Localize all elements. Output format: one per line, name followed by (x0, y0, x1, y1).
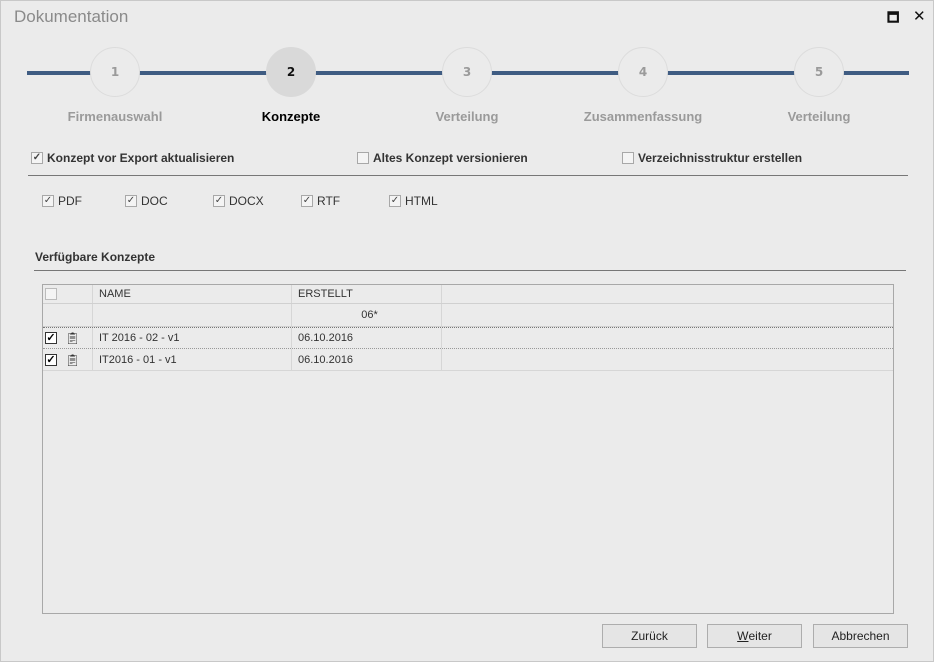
erstellt-cell: 06.10.2016 (292, 349, 442, 370)
filter-erstellt-input[interactable]: 06* (292, 304, 442, 326)
option-directory-structure[interactable]: Verzeichnisstruktur erstellen (622, 151, 802, 165)
checkbox[interactable] (357, 152, 369, 164)
format-label: DOC (141, 194, 168, 208)
checkbox[interactable]: ✓ (42, 195, 54, 207)
format-pdf[interactable]: ✓ PDF (42, 194, 82, 208)
checkbox[interactable]: ✓ (31, 152, 43, 164)
concepts-grid: NAME ERSTELLT 06* ✓ 📋︎ IT 2016 - 02 - v1 … (42, 284, 894, 614)
checkbox[interactable]: ✓ (301, 195, 313, 207)
step-2-label: Konzepte (261, 109, 321, 124)
step-number: 3 (462, 65, 472, 79)
step-4-circle: 4 (618, 47, 668, 97)
table-row[interactable]: ✓ 📋︎ IT2016 - 01 - v1 06.10.2016 (43, 349, 893, 371)
name-cell: IT2016 - 01 - v1 (93, 349, 292, 370)
section-title: Verfügbare Konzepte (35, 250, 156, 264)
step-5-label: Verteilung (787, 109, 851, 124)
format-label: PDF (58, 194, 82, 208)
next-label: eiter (748, 629, 772, 643)
next-button[interactable]: Weiter (707, 624, 802, 648)
filter-name-input[interactable] (93, 304, 292, 326)
name-cell: IT 2016 - 02 - v1 (93, 328, 292, 348)
row-checkbox[interactable]: ✓ (45, 353, 57, 366)
step-3-circle: 3 (442, 47, 492, 97)
format-label: DOCX (229, 194, 264, 208)
select-all-cell (43, 285, 93, 303)
option-version-concept[interactable]: Altes Konzept versionieren (357, 151, 528, 165)
header-row: NAME ERSTELLT (43, 285, 893, 304)
checkbox[interactable]: ✓ (213, 195, 225, 207)
step-4-label: Zusammenfassung (583, 109, 703, 124)
checkbox[interactable]: ✓ (125, 195, 137, 207)
format-html[interactable]: ✓ HTML (389, 194, 438, 208)
format-label: RTF (317, 194, 341, 208)
option-label: Konzept vor Export aktualisieren (47, 151, 235, 165)
step-5-circle: 5 (794, 47, 844, 97)
maximize-icon[interactable]: 🗖 (887, 9, 899, 31)
column-header-name[interactable]: NAME (93, 285, 292, 303)
divider (28, 175, 908, 176)
step-1-label: Firmenauswahl (67, 109, 163, 124)
cancel-button[interactable]: Abbrechen (813, 624, 908, 648)
row-select-cell: ✓ 📋︎ (43, 328, 93, 348)
filter-cell (43, 304, 93, 326)
filter-row: 06* (43, 304, 893, 327)
row-select-cell: ✓ 📋︎ (43, 349, 93, 370)
step-number: 5 (814, 65, 824, 79)
step-1-circle: 1 (90, 47, 140, 97)
checkbox[interactable] (622, 152, 634, 164)
row-checkbox[interactable]: ✓ (45, 332, 57, 344)
back-button[interactable]: Zurück (602, 624, 697, 648)
step-number: 1 (110, 65, 120, 79)
section-divider (34, 270, 906, 271)
step-number: 2 (286, 65, 296, 79)
format-docx[interactable]: ✓ DOCX (213, 194, 264, 208)
step-number: 4 (638, 65, 648, 79)
step-3-label: Verteilung (435, 109, 499, 124)
option-update-concept[interactable]: ✓ Konzept vor Export aktualisieren (31, 151, 234, 165)
window-title: Dokumentation (14, 7, 129, 26)
step-2-circle: 2 (266, 47, 316, 97)
column-header-erstellt[interactable]: ERSTELLT (292, 285, 442, 303)
next-mnemonic: W (737, 629, 749, 643)
select-all-checkbox[interactable] (45, 288, 57, 300)
format-doc[interactable]: ✓ DOC (125, 194, 168, 208)
format-label: HTML (405, 194, 438, 208)
format-rtf[interactable]: ✓ RTF (301, 194, 340, 208)
clipboard-icon: 📋︎ (65, 352, 81, 367)
checkbox[interactable]: ✓ (389, 195, 401, 207)
option-label: Altes Konzept versionieren (373, 151, 528, 165)
erstellt-cell: 06.10.2016 (292, 328, 442, 348)
clipboard-icon: 📋︎ (65, 331, 81, 345)
option-label: Verzeichnisstruktur erstellen (638, 151, 803, 165)
dialog-window: Dokumentation 🗖 ✕ 1 2 3 4 5 Firmenauswah… (0, 0, 934, 662)
close-icon[interactable]: ✕ (913, 7, 926, 25)
table-row[interactable]: ✓ 📋︎ IT 2016 - 02 - v1 06.10.2016 (43, 327, 893, 349)
